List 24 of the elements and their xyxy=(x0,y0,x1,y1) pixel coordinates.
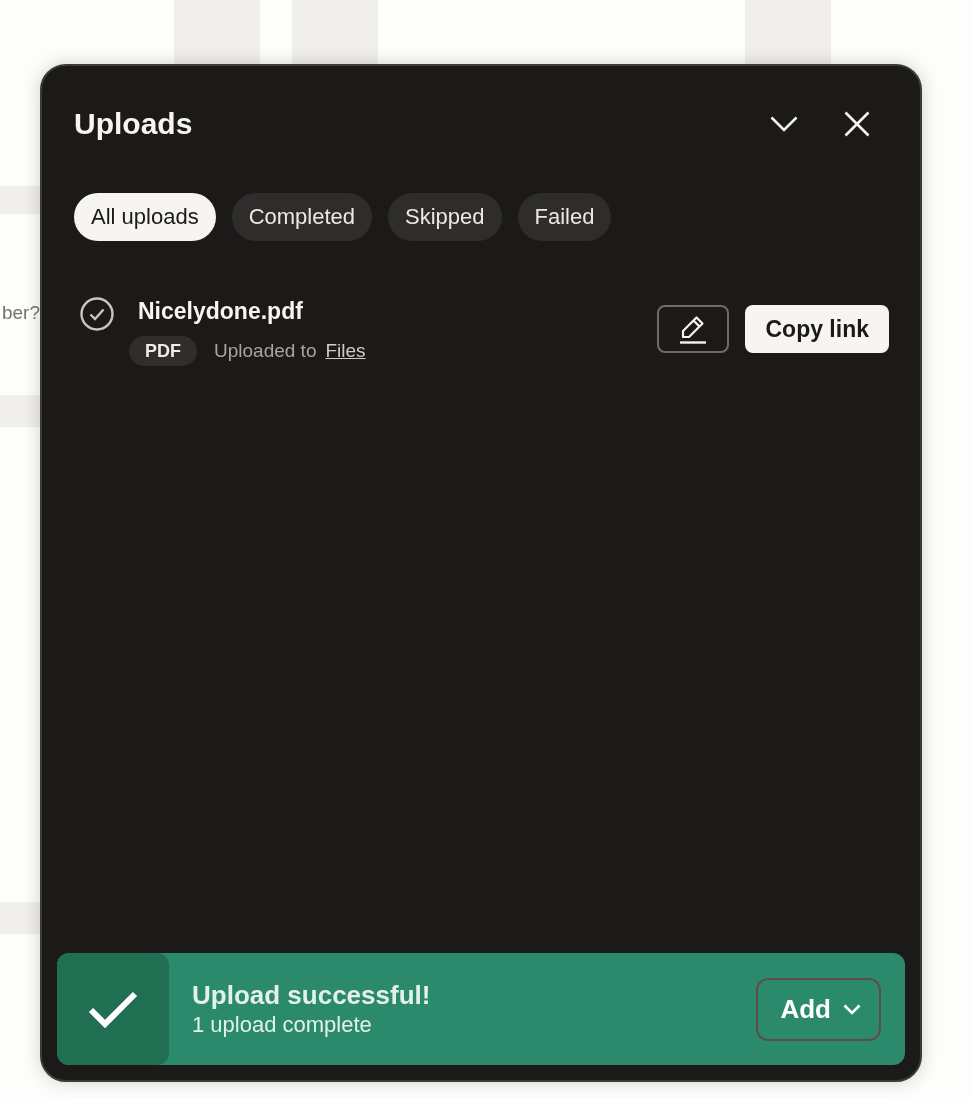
panel-title: Uploads xyxy=(74,106,193,142)
checkmark-tile-icon xyxy=(57,953,169,1065)
background-bar xyxy=(0,395,40,427)
filter-tab[interactable]: All uploads xyxy=(74,193,216,241)
background-text: ber? xyxy=(1,301,40,325)
pencil-icon xyxy=(679,314,708,344)
filter-tab[interactable]: Completed xyxy=(231,193,373,241)
chevron-down-icon xyxy=(770,116,798,132)
check-circle-icon xyxy=(80,297,114,331)
location-link[interactable]: Files xyxy=(325,336,366,366)
background-bar xyxy=(0,902,40,934)
edit-button[interactable] xyxy=(657,305,730,353)
file-name: Nicelydone.pdf xyxy=(137,297,303,325)
copy-link-button[interactable]: Copy link xyxy=(745,305,889,353)
banner-subtitle: 1 upload complete xyxy=(192,1011,373,1039)
file-type-tag: PDF xyxy=(129,336,197,366)
banner-title: Upload successful! xyxy=(192,979,431,1011)
chevron-down-icon xyxy=(843,1003,861,1015)
filter-tab[interactable]: Skipped xyxy=(388,193,502,241)
close-icon xyxy=(844,111,870,137)
filter-tab[interactable]: Failed xyxy=(517,193,612,241)
background-bar xyxy=(0,186,40,214)
add-dropdown-button[interactable]: Add xyxy=(756,977,881,1041)
upload-status-text: Uploaded to xyxy=(214,338,317,363)
